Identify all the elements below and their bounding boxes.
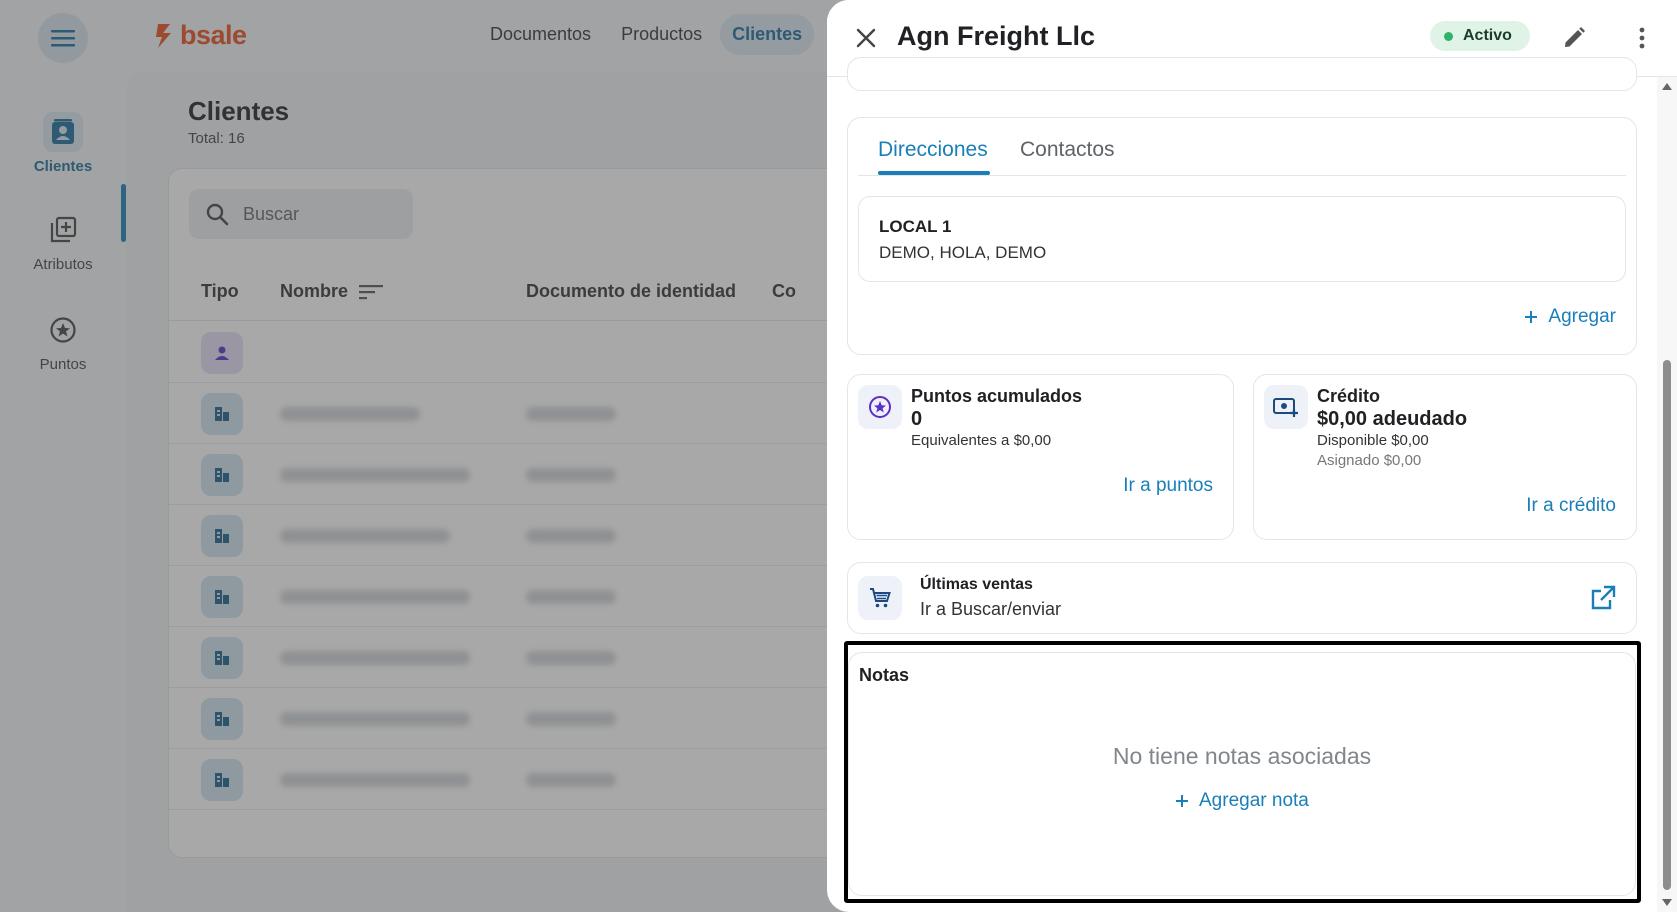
address-item[interactable]: LOCAL 1 DEMO, HOLA, DEMO [858,196,1626,282]
active-tab-indicator [878,171,990,175]
points-title: Puntos acumulados [911,386,1083,406]
more-options-button[interactable] [1623,19,1661,57]
credit-title: Crédito [1317,386,1380,406]
credit-card: Crédito $0,00 adeudado Disponible $0,00 … [1253,374,1637,540]
close-button[interactable] [847,19,885,57]
address-name: LOCAL 1 [879,217,952,236]
star-circle-icon [858,385,902,429]
notes-title: Notas [859,665,910,685]
status-dot [1444,31,1453,41]
address-detail: DEMO, HOLA, DEMO [879,243,1047,262]
points-card: Puntos acumulados 0 Equivalentes a $0,00… [847,374,1234,540]
tabs: Direcciones Contactos [858,118,1626,176]
scroll-up-icon[interactable] [1662,83,1672,90]
plus-icon [1176,795,1188,807]
client-detail-drawer: Agn Freight Llc Activo Direcciones Conta… [827,0,1677,912]
credit-value: $0,00 adeudado [1317,408,1468,430]
pencil-icon [1565,27,1585,47]
open-external-button[interactable] [1588,583,1618,613]
cart-icon [858,576,902,620]
go-to-points-link[interactable]: Ir a puntos [1123,475,1213,497]
credit-assigned: Asignado $0,00 [1317,452,1422,469]
tab-direcciones[interactable]: Direcciones [878,138,988,162]
open-in-new-icon [1591,585,1616,610]
client-name: Agn Freight Llc [897,21,1095,51]
status-badge: Activo [1430,21,1530,51]
drawer-scrollbar[interactable] [1657,77,1677,912]
plus-icon [1525,311,1538,323]
drawer-scroll-area[interactable]: Direcciones Contactos LOCAL 1 DEMO, HOLA… [827,57,1657,912]
points-equivalent: Equivalentes a $0,00 [911,432,1052,449]
notes-empty-message: No tiene notas asociadas [1112,743,1372,769]
add-address-button[interactable]: Agregar [1524,306,1616,328]
go-to-credit-link[interactable]: Ir a crédito [1526,495,1616,517]
scrollbar-thumb[interactable] [1663,360,1671,890]
add-note-button[interactable]: Agregar nota [1175,790,1309,812]
previous-section-card [847,57,1637,91]
add-note-label: Agregar nota [1199,790,1309,811]
credit-available: Disponible $0,00 [1317,432,1429,449]
tab-contactos[interactable]: Contactos [1020,138,1115,162]
credit-add-icon [1264,385,1308,429]
points-value: 0 [911,408,923,430]
add-address-label: Agregar [1548,306,1616,327]
more-vert-icon [1639,27,1645,49]
notes-card: Notas No tiene notas asociadas Agregar n… [848,652,1636,896]
addresses-contacts-card: Direcciones Contactos LOCAL 1 DEMO, HOLA… [847,117,1637,355]
edit-button[interactable] [1555,19,1593,57]
latest-sales-card[interactable]: Últimas ventas Ir a Buscar/enviar [847,562,1637,634]
close-icon [856,28,876,48]
sales-title: Últimas ventas [920,576,1033,593]
sales-link-text: Ir a Buscar/enviar [920,599,1062,619]
status-label: Activo [1463,27,1512,44]
scroll-down-icon[interactable] [1662,899,1672,906]
